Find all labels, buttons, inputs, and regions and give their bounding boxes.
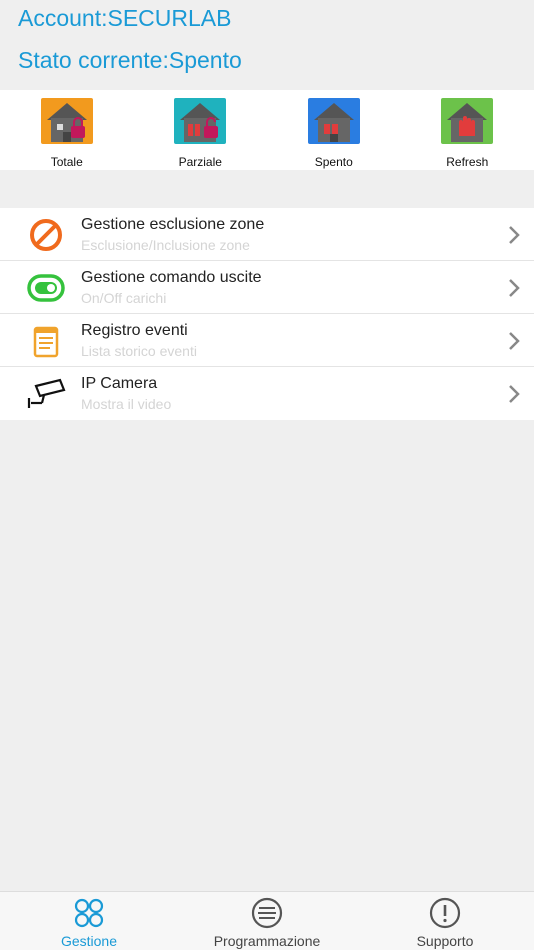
house-lock-parziale-icon — [174, 98, 227, 144]
house-lock-totale-icon — [40, 98, 93, 144]
menu-item-title: IP Camera — [81, 375, 158, 392]
tab-gestione[interactable]: Gestione — [0, 892, 178, 950]
menu-item-ip-camera[interactable]: IP Camera Mostra il video — [0, 367, 534, 420]
chevron-right-icon — [509, 279, 520, 297]
mode-button-parziale[interactable]: Parziale — [134, 90, 268, 170]
grid-circles-icon — [74, 898, 104, 928]
menu-item-title: Gestione esclusione zone — [81, 216, 265, 233]
current-status-label: Stato corrente:Spento — [18, 47, 242, 73]
house-hand-refresh-icon — [441, 98, 494, 144]
menu-item-subtitle: Lista storico eventi — [81, 343, 197, 359]
menu-item-title: Gestione comando uscite — [81, 269, 262, 286]
mode-label: Parziale — [178, 155, 222, 169]
block-icon — [30, 219, 62, 251]
menu-item-subtitle: Esclusione/Inclusione zone — [81, 237, 250, 253]
bottom-tab-bar: Gestione Programmazione Supporto — [0, 891, 534, 950]
account-label: Account:SECURLAB — [18, 5, 232, 31]
list-circle-icon — [251, 897, 283, 929]
menu-item-subtitle: Mostra il video — [81, 396, 172, 412]
tab-supporto[interactable]: Supporto — [356, 892, 534, 950]
camera-icon — [27, 378, 66, 408]
tab-label: Programmazione — [213, 933, 321, 949]
toggle-icon — [27, 274, 65, 302]
chevron-right-icon — [509, 226, 520, 244]
menu-item-title: Registro eventi — [81, 322, 188, 339]
mode-label: Totale — [50, 155, 83, 169]
mode-label: Spento — [314, 155, 353, 169]
mode-button-totale[interactable]: Totale — [0, 90, 134, 170]
mode-label: Refresh — [446, 155, 489, 169]
exclamation-circle-icon — [429, 897, 461, 929]
alarm-mode-bar: Totale Parziale Spento Refresh — [0, 90, 534, 170]
management-menu: Gestione esclusione zone Esclusione/Incl… — [0, 208, 534, 420]
notepad-icon — [33, 326, 59, 358]
tab-programmazione[interactable]: Programmazione — [178, 892, 356, 950]
menu-item-comando-uscite[interactable]: Gestione comando uscite On/Off carichi — [0, 261, 534, 314]
mode-button-refresh[interactable]: Refresh — [401, 90, 534, 170]
tab-label: Supporto — [416, 933, 474, 949]
house-unlock-spento-icon — [307, 98, 360, 144]
menu-item-registro-eventi[interactable]: Registro eventi Lista storico eventi — [0, 314, 534, 367]
header: Account:SECURLAB Stato corrente:Spento — [0, 0, 534, 90]
tab-label: Gestione — [60, 933, 118, 949]
menu-item-esclusione-zone[interactable]: Gestione esclusione zone Esclusione/Incl… — [0, 208, 534, 261]
chevron-right-icon — [509, 385, 520, 403]
chevron-right-icon — [509, 332, 520, 350]
mode-button-spento[interactable]: Spento — [267, 90, 401, 170]
menu-item-subtitle: On/Off carichi — [81, 290, 167, 306]
